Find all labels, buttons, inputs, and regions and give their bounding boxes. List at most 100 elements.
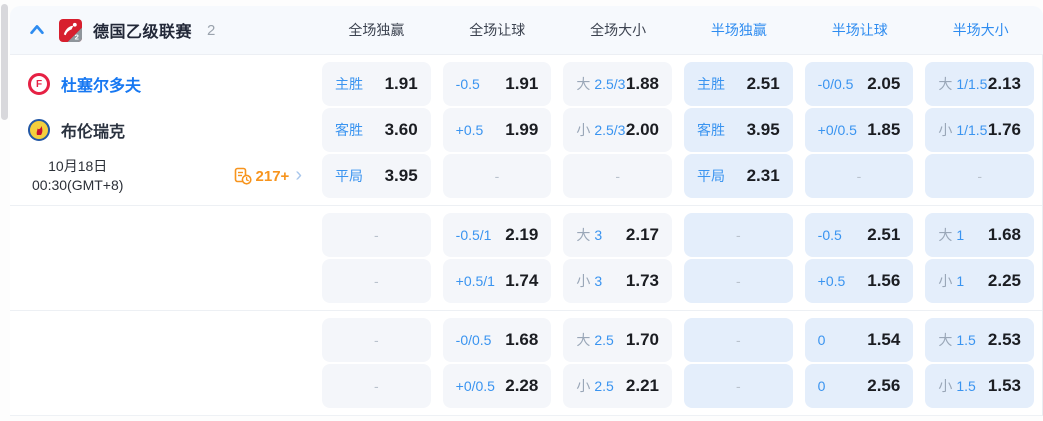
over-under-prefix: 大 <box>576 227 590 243</box>
odds-label: 大1 <box>938 225 964 245</box>
match-time: 00:30(GMT+8) <box>32 176 123 195</box>
odds-cell[interactable]: 大2.5 1.70 <box>563 318 672 362</box>
odds-cell-empty: - <box>684 318 793 362</box>
odds-cell[interactable]: 大2.5/3 1.88 <box>563 62 672 106</box>
collapse-chevron-up-icon[interactable] <box>26 19 48 41</box>
over-under-line: 2.5/3 <box>594 122 625 138</box>
more-markets-link[interactable]: 217+ › <box>234 166 302 186</box>
odds-value: 1.70 <box>626 330 659 350</box>
league-header-left: 2 德国乙级联赛 2 <box>10 18 310 42</box>
odds-cell[interactable]: -0.5 1.91 <box>443 62 552 106</box>
odds-group-alt-lines-1: - -0.5/1 2.19 大3 2.17 - -0.5 2.51 <box>10 205 1042 310</box>
odds-label: 小3 <box>576 271 602 291</box>
odds-value: 1.88 <box>626 74 659 94</box>
odds-value: 2.31 <box>747 166 780 186</box>
match-date: 10月18日 <box>32 157 123 176</box>
table-row: - -0.5/1 2.19 大3 2.17 - -0.5 2.51 <box>10 213 1042 257</box>
odds-cell[interactable]: +0.5 1.56 <box>805 259 914 303</box>
odds-cell[interactable]: 大1 1.68 <box>925 213 1034 257</box>
over-under-prefix: 小 <box>938 273 952 289</box>
away-team-row[interactable]: 布伦瑞克 <box>10 108 310 152</box>
odds-cell[interactable]: -0/0.5 2.05 <box>805 62 914 106</box>
odds-cell-empty: - <box>443 154 552 198</box>
empty-dash: - <box>374 227 379 243</box>
odds-cell[interactable]: +0/0.5 1.85 <box>805 108 914 152</box>
odds-label: 大2.5 <box>576 330 613 350</box>
odds-cell[interactable]: 小1/1.5 1.76 <box>925 108 1034 152</box>
over-under-line: 1.5 <box>956 378 975 394</box>
empty-dash: - <box>374 332 379 348</box>
odds-cell[interactable]: 平局 3.95 <box>322 154 431 198</box>
odds-cell[interactable]: 主胜 2.51 <box>684 62 793 106</box>
odds-value: 2.17 <box>626 225 659 245</box>
over-under-prefix: 大 <box>938 227 952 243</box>
odds-label: 小1 <box>938 271 964 291</box>
column-header-fulltime-handicap: 全场让球 <box>443 20 552 40</box>
odds-cell[interactable]: 小1.5 1.53 <box>925 364 1034 408</box>
over-under-line: 2.5/3 <box>594 76 625 92</box>
odds-cell[interactable]: 大1.5 2.53 <box>925 318 1034 362</box>
column-header-halftime-handicap: 半场让球 <box>805 20 914 40</box>
odds-cell[interactable]: 小3 1.73 <box>563 259 672 303</box>
odds-cell[interactable]: +0.5 1.99 <box>443 108 552 152</box>
odds-value: 2.51 <box>747 74 780 94</box>
odds-cell[interactable]: +0/0.5 2.28 <box>443 364 552 408</box>
left-spacer <box>10 364 310 408</box>
odds-cell-empty: - <box>684 259 793 303</box>
away-team-name: 布伦瑞克 <box>61 118 125 142</box>
odds-cell[interactable]: 客胜 3.95 <box>684 108 793 152</box>
empty-dash: - <box>495 168 500 184</box>
league-match-count: 2 <box>207 22 215 39</box>
odds-cell[interactable]: 小2.5 2.21 <box>563 364 672 408</box>
odds-cell[interactable]: -0.5/1 2.19 <box>443 213 552 257</box>
odds-label: +0.5/1 <box>456 273 495 289</box>
odds-cell-empty: - <box>322 213 431 257</box>
table-row: - +0.5/1 1.74 小3 1.73 - +0.5 1.56 <box>10 259 1042 303</box>
home-team-badge-icon: F <box>28 73 50 95</box>
odds-cell[interactable]: 0 1.54 <box>805 318 914 362</box>
left-spacer <box>10 318 310 362</box>
odds-cell[interactable]: 平局 2.31 <box>684 154 793 198</box>
odds-cell-empty: - <box>322 259 431 303</box>
left-scrollbar-thumb[interactable] <box>1 4 8 120</box>
over-under-line: 1 <box>956 227 964 243</box>
odds-cell[interactable]: 大3 2.17 <box>563 213 672 257</box>
league-logo-bundesliga2-icon: 2 <box>59 19 82 42</box>
odds-cell[interactable]: 大1/1.5 2.13 <box>925 62 1034 106</box>
chevron-right-icon: › <box>295 165 302 185</box>
odds-label: 大1/1.5 <box>938 74 987 94</box>
odds-label: +0/0.5 <box>456 378 495 394</box>
odds-label: 0 <box>818 332 826 348</box>
away-team-badge-icon <box>28 119 50 141</box>
odds-cell-empty: - <box>805 154 914 198</box>
odds-label: 0 <box>818 378 826 394</box>
home-team-row[interactable]: F 杜塞尔多夫 <box>10 62 310 106</box>
odds-cell[interactable]: 小1 2.25 <box>925 259 1034 303</box>
odds-value: 1.91 <box>505 74 538 94</box>
odds-cell-empty: - <box>925 154 1034 198</box>
odds-cell[interactable]: -0.5 2.51 <box>805 213 914 257</box>
odds-value: 1.74 <box>505 271 538 291</box>
odds-cell[interactable]: +0.5/1 1.74 <box>443 259 552 303</box>
odds-cell[interactable]: 小2.5/3 2.00 <box>563 108 672 152</box>
odds-label: 平局 <box>335 166 363 186</box>
odds-value: 3.95 <box>385 166 418 186</box>
odds-cell[interactable]: -0/0.5 1.68 <box>443 318 552 362</box>
league-header: 2 德国乙级联赛 2 全场独赢 全场让球 全场大小 半场独赢 半场让球 半场大小 <box>10 6 1043 55</box>
odds-cell[interactable]: 0 2.56 <box>805 364 914 408</box>
table-row: - -0/0.5 1.68 大2.5 1.70 - 0 1.54 <box>10 318 1042 362</box>
over-under-prefix: 大 <box>576 76 590 92</box>
odds-label: -0.5 <box>456 76 480 92</box>
odds-cell[interactable]: 客胜 3.60 <box>322 108 431 152</box>
match-meta: 10月18日 00:30(GMT+8) 217+ › <box>10 154 310 198</box>
odds-label: 大3 <box>576 225 602 245</box>
empty-dash: - <box>736 227 741 243</box>
over-under-line: 2.5 <box>594 378 613 394</box>
odds-value: 1.99 <box>505 120 538 140</box>
odds-value: 1.68 <box>505 330 538 350</box>
odds-cell[interactable]: 主胜 1.91 <box>322 62 431 106</box>
odds-label: -0/0.5 <box>456 332 492 348</box>
table-row-meta: 10月18日 00:30(GMT+8) 217+ › <box>10 154 1042 198</box>
odds-cell-empty: - <box>684 213 793 257</box>
odds-table-body: F 杜塞尔多夫 主胜 1.91 -0.5 1.91 大2.5/3 1.88 主胜 <box>10 55 1043 416</box>
